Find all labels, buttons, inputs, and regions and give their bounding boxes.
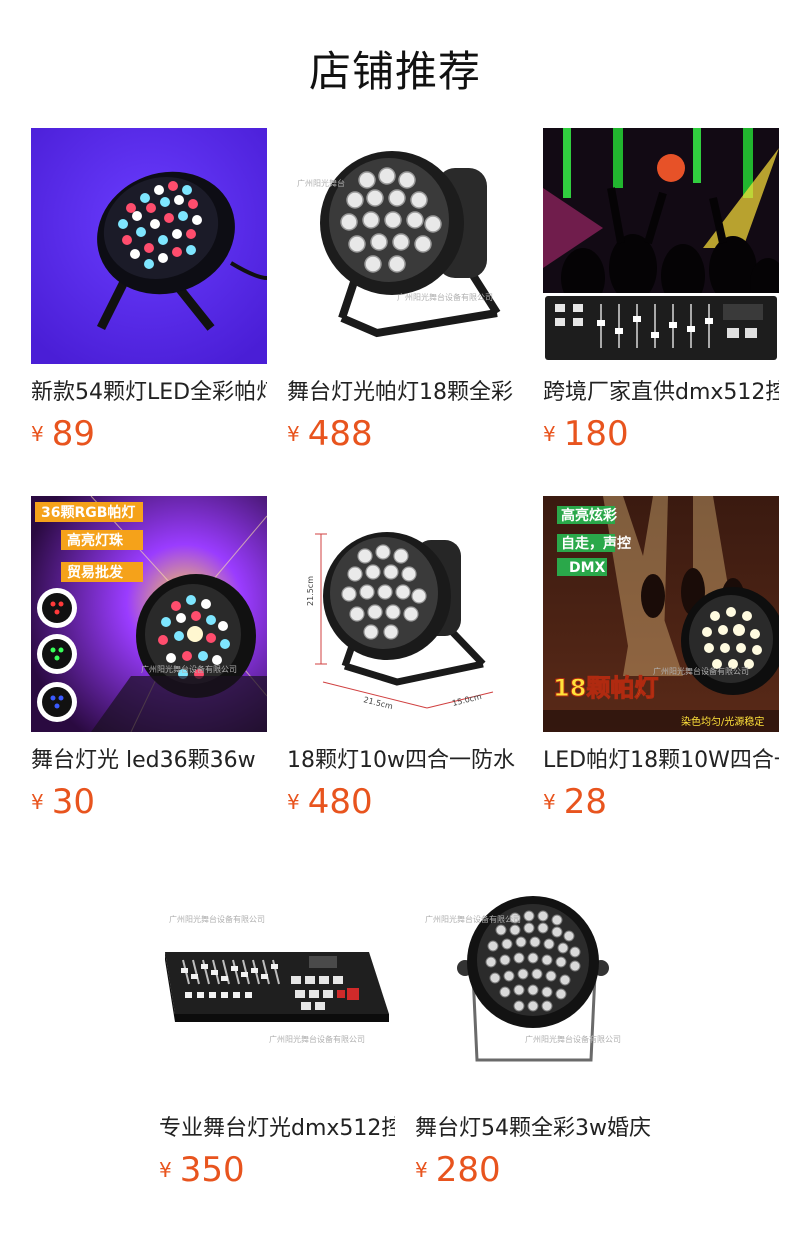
product-card[interactable]: 新款54颗灯LED全彩帕灯 ¥89 [31, 128, 267, 454]
product-name[interactable]: 专业舞台灯光dmx512控台 [159, 1114, 395, 1144]
product-card[interactable]: 高亮炫彩 自走，声控 DMX 18颗帕灯 染色均匀/光源稳定 广州阳光舞台设备有… [543, 496, 779, 822]
product-price: ¥280 [415, 1150, 651, 1190]
banner-line: DMX [569, 560, 606, 576]
banner-line: 染色均匀/光源稳定 [681, 715, 764, 728]
par-light-54-black-icon: 广州阳光舞台设备有限公司 广州阳光舞台设备有限公司 [415, 864, 651, 1100]
par-light-36-rgb-banner-icon: 36颗RGB帕灯 高亮灯珠 贸易批发 广州阳光舞台设备有限公司 [31, 496, 267, 732]
currency-symbol: ¥ [543, 790, 556, 814]
banner-line: 贸易批发 [67, 564, 124, 581]
product-price: ¥488 [287, 414, 523, 454]
currency-symbol: ¥ [31, 790, 44, 814]
dmx-controller-desk-icon: 广州阳光舞台设备有限公司 广州阳光舞台设备有限公司 [159, 864, 395, 1100]
product-image-par-light-54[interactable]: 广州阳光舞台设备有限公司 广州阳光舞台设备有限公司 [415, 864, 651, 1100]
page-title: 店铺推荐 [308, 47, 481, 96]
product-price: ¥180 [543, 414, 779, 454]
watermark-text: 广州阳光舞台 [297, 178, 345, 188]
price-value: 488 [307, 414, 373, 454]
currency-symbol: ¥ [543, 422, 556, 446]
product-name[interactable]: 新款54颗灯LED全彩帕灯 [31, 378, 267, 408]
product-price: ¥89 [31, 414, 267, 454]
par-light-purple-rgb-icon [31, 128, 267, 364]
price-value: 89 [51, 414, 95, 454]
watermark-text: 广州阳光舞台设备有限公司 [653, 666, 749, 676]
price-value: 350 [179, 1150, 245, 1190]
product-image-par-light-purple[interactable] [31, 128, 267, 364]
banner-line: 18颗帕灯 [553, 674, 658, 702]
product-name[interactable]: LED帕灯18颗10W四合一 [543, 746, 779, 776]
product-name[interactable]: 18颗灯10w四合一防水 [287, 746, 523, 776]
product-card[interactable]: 广州阳光舞台设备有限公司 广州阳光舞台设备有限公司 舞台灯54颗全彩3w婚庆 ¥… [415, 864, 651, 1190]
product-name[interactable]: 舞台灯54颗全彩3w婚庆 [415, 1114, 651, 1144]
product-price: ¥30 [31, 782, 267, 822]
product-card[interactable]: 跨境厂家直供dmx512控台 ¥180 [543, 128, 779, 454]
product-price: ¥480 [287, 782, 523, 822]
product-card[interactable]: 广州阳光舞台 广州阳光舞台设备有限公司 舞台灯光帕灯18颗全彩 ¥488 [287, 128, 523, 454]
page-root: 店铺推荐 新款54颗灯LED全彩帕灯 ¥ 89 广州阳光舞台 广州阳光舞台设备有… [0, 0, 790, 1234]
watermark-text: 广州阳光舞台设备有限公司 [425, 914, 521, 924]
watermark-text: 广州阳光舞台设备有限公司 [141, 664, 237, 674]
banner-line: 36颗RGB帕灯 [41, 504, 135, 521]
price-value: 28 [563, 782, 607, 822]
product-name[interactable]: 舞台灯光 led36颗36w [31, 746, 267, 776]
banner-line: 高亮灯珠 [67, 532, 124, 549]
price-value: 30 [51, 782, 95, 822]
product-image-par-light-concert[interactable]: 高亮炫彩 自走，声控 DMX 18颗帕灯 染色均匀/光源稳定 广州阳光舞台设备有… [543, 496, 779, 732]
product-image-dmx-console-concert[interactable] [543, 128, 779, 364]
concert-and-dmx-console-icon [543, 128, 779, 364]
product-name[interactable]: 跨境厂家直供dmx512控台 [543, 378, 779, 408]
watermark-text: 广州阳光舞台设备有限公司 [269, 1034, 365, 1044]
product-image-dmx-controller[interactable]: 广州阳光舞台设备有限公司 广州阳光舞台设备有限公司 [159, 864, 395, 1100]
currency-symbol: ¥ [159, 1158, 172, 1182]
price-value: 280 [435, 1150, 501, 1190]
product-price: ¥350 [159, 1150, 395, 1190]
product-card[interactable]: 36颗RGB帕灯 高亮灯珠 贸易批发 广州阳光舞台设备有限公司 舞台灯光 led… [31, 496, 267, 822]
banner-line: 自走，声控 [561, 535, 631, 552]
product-image-par-light-18[interactable]: 广州阳光舞台 广州阳光舞台设备有限公司 [287, 128, 523, 364]
dimension-label: 21.5cm [306, 576, 315, 606]
currency-symbol: ¥ [415, 1158, 428, 1182]
par-light-18-white-icon: 广州阳光舞台 广州阳光舞台设备有限公司 [287, 128, 523, 364]
product-card[interactable]: 广州阳光舞台设备有限公司 广州阳光舞台设备有限公司 专业舞台灯光dmx512控台… [159, 864, 395, 1190]
par-light-dimensions-icon: 21.5cm 21.5cm 15.0cm [287, 496, 523, 732]
watermark-text: 广州阳光舞台设备有限公司 [169, 914, 265, 924]
currency-symbol: ¥ [31, 422, 44, 446]
product-name[interactable]: 舞台灯光帕灯18颗全彩 [287, 378, 523, 408]
product-card[interactable]: 21.5cm 21.5cm 15.0cm 18颗灯10w四合一防水 ¥480 [287, 496, 523, 822]
currency-symbol: ¥ [287, 790, 300, 814]
watermark-text: 广州阳光舞台设备有限公司 [397, 292, 493, 302]
banner-line: 高亮炫彩 [561, 507, 617, 524]
watermark-text: 广州阳光舞台设备有限公司 [525, 1034, 621, 1044]
price-value: 180 [563, 414, 629, 454]
product-image-par-light-36[interactable]: 36颗RGB帕灯 高亮灯珠 贸易批发 广州阳光舞台设备有限公司 [31, 496, 267, 732]
product-price: ¥28 [543, 782, 779, 822]
currency-symbol: ¥ [287, 422, 300, 446]
price-value: 480 [307, 782, 373, 822]
par-light-concert-banner-icon: 高亮炫彩 自走，声控 DMX 18颗帕灯 染色均匀/光源稳定 广州阳光舞台设备有… [543, 496, 779, 732]
product-image-par-light-dimensions[interactable]: 21.5cm 21.5cm 15.0cm [287, 496, 523, 732]
